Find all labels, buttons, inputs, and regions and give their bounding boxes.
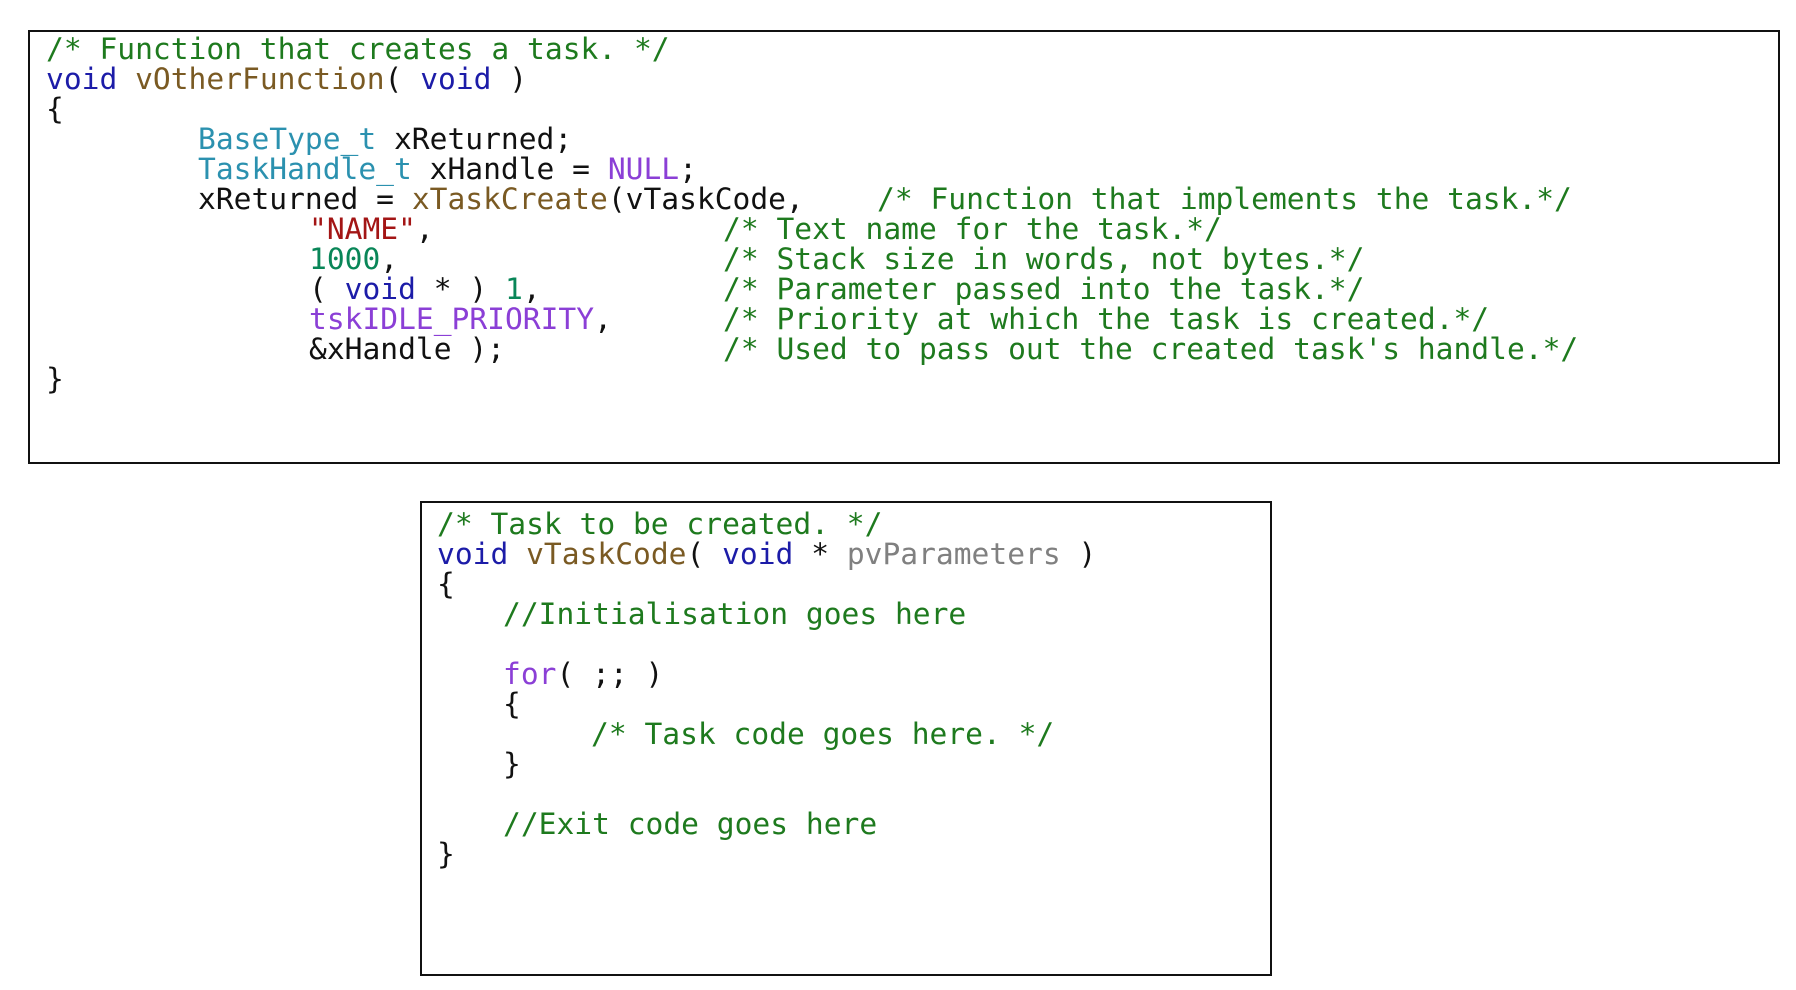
code-line: &xHandle ); — [309, 332, 505, 366]
code-line: TaskHandle_t xHandle = NULL; — [198, 152, 697, 186]
inline-comment: /* Priority at which the task is created… — [723, 302, 1490, 336]
parameter-token: pvParameters — [846, 537, 1061, 571]
code-text-token: { — [503, 687, 521, 721]
code-line: tskIDLE_PRIORITY, — [309, 302, 612, 336]
type-token: BaseType_t — [198, 122, 377, 156]
code-line: { — [437, 567, 455, 601]
macro-token: tskIDLE_PRIORITY — [309, 302, 595, 336]
string-literal-token: "NAME" — [309, 212, 416, 246]
inline-comment: /* Text name for the task.*/ — [723, 212, 1222, 246]
code-text-token: ; — [679, 152, 697, 186]
code-text-token: ) — [1060, 537, 1097, 571]
code-line: ( void * ) 1, — [309, 272, 541, 306]
code-line: } — [503, 747, 521, 781]
code-text-token: ( ;; ) — [556, 657, 664, 691]
keyword-token: void — [420, 62, 492, 96]
code-line: "NAME", — [309, 212, 434, 246]
code-text-token: , — [415, 212, 434, 246]
code-text-token: , — [522, 272, 541, 306]
code-text-token: } — [503, 747, 521, 781]
code-text-token: &xHandle ); — [309, 332, 505, 366]
code-line: /* Task to be created. */ — [437, 507, 882, 541]
function-name-token: vOtherFunction — [135, 62, 385, 96]
keyword-token: void — [46, 62, 118, 96]
code-line: { — [46, 92, 64, 126]
code-line: { — [503, 687, 521, 721]
code-text-token: xReturned; — [376, 122, 573, 156]
code-line: void vOtherFunction( void ) — [46, 62, 527, 96]
inline-comment: /* Parameter passed into the task.*/ — [723, 272, 1365, 306]
code-line: /* Function that creates a task. */ — [46, 32, 670, 66]
code-text-token: ( — [309, 272, 345, 306]
inline-comment: /* Function that implements the task.*/ — [877, 182, 1572, 216]
code-text-token: * — [793, 537, 847, 571]
comment-token: /* Task code goes here. */ — [591, 717, 1055, 751]
code-line: //Exit code goes here — [503, 807, 877, 841]
comment-token: //Exit code goes here — [503, 807, 878, 841]
code-line: BaseType_t xReturned; — [198, 122, 572, 156]
code-line: void vTaskCode( void * pvParameters ) — [437, 537, 1096, 571]
code-text-token: ( — [384, 62, 421, 96]
number-literal-token: 1000 — [309, 242, 381, 276]
inline-comment: /* Used to pass out the created task's h… — [723, 332, 1579, 366]
keyword-token: void — [344, 272, 416, 306]
code-line: } — [437, 837, 455, 871]
inline-comment: /* Stack size in words, not bytes.*/ — [723, 242, 1365, 276]
code-text-token: ( — [686, 537, 723, 571]
code-text-token: xHandle = — [411, 152, 608, 186]
code-text-token: { — [437, 567, 455, 601]
function-name-token: xTaskCreate — [411, 182, 608, 216]
code-line: /* Task code goes here. */ — [591, 717, 1054, 751]
code-text-token: (vTaskCode, — [607, 182, 804, 216]
macro-token: for — [503, 657, 557, 691]
code-line: } — [46, 362, 64, 396]
code-text-token: { — [46, 92, 64, 126]
keyword-token: void — [722, 537, 794, 571]
keyword-token: void — [437, 537, 509, 571]
comment-token: /* Function that creates a task. */ — [46, 32, 670, 66]
code-line: for( ;; ) — [503, 657, 663, 691]
code-text-token: ) — [491, 62, 528, 96]
code-line: 1000, — [309, 242, 398, 276]
task-function-code-snippet: /* Task to be created. */void vTaskCode(… — [420, 501, 1272, 976]
code-text-token: } — [46, 362, 64, 396]
comment-token: /* Task to be created. */ — [437, 507, 883, 541]
code-text-token: xReturned = — [198, 182, 412, 216]
code-text-token: , — [380, 242, 399, 276]
type-token: TaskHandle_t — [198, 152, 412, 186]
comment-token: //Initialisation goes here — [503, 597, 967, 631]
code-text-token: } — [437, 837, 455, 871]
code-line: //Initialisation goes here — [503, 597, 966, 631]
task-create-code-snippet: /* Function that creates a task. */void … — [28, 30, 1780, 464]
macro-token: NULL — [607, 152, 680, 186]
code-text-token: , — [594, 302, 612, 336]
code-text-token: * ) — [415, 272, 506, 306]
function-name-token: vTaskCode — [526, 537, 687, 571]
code-line: xReturned = xTaskCreate(vTaskCode, — [198, 182, 804, 216]
number-literal-token: 1 — [505, 272, 523, 306]
